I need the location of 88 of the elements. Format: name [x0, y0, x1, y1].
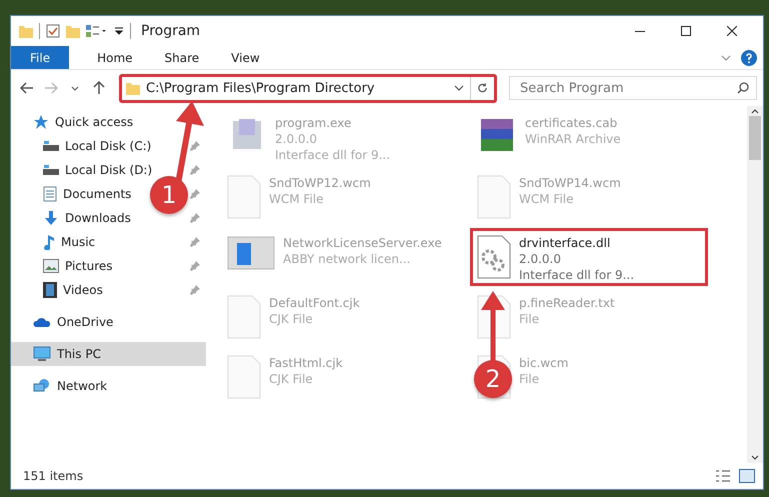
file-name: drvinterface.dll — [519, 235, 612, 251]
dropdown-icon[interactable] — [114, 26, 124, 36]
music-icon — [43, 234, 55, 250]
file-name: SndToWP14.wcm — [519, 175, 621, 191]
item-count: 151 items — [23, 469, 84, 483]
ribbon-tab[interactable]: File — [11, 46, 70, 69]
file-detail: ABBY network licen... — [283, 251, 412, 267]
scrollbar[interactable] — [747, 106, 763, 463]
sidebar-item[interactable]: This PC — [11, 342, 206, 366]
file-detail: CJK File — [269, 311, 314, 327]
back-arrow-icon — [20, 82, 34, 94]
file-detail: File — [519, 371, 540, 387]
sidebar-item[interactable]: Documents — [43, 182, 136, 206]
file-name: certificates.cab — [525, 115, 618, 131]
file-icon — [227, 355, 261, 399]
file-detail: WCM File — [519, 191, 574, 207]
file-name: NetworkLicenseServer.exe — [283, 235, 442, 251]
ribbon-tab[interactable]: Share — [150, 46, 214, 69]
sidebar-item[interactable]: Music — [43, 230, 100, 254]
refresh-icon — [477, 82, 488, 94]
chevron-down-icon[interactable] — [454, 85, 464, 91]
pin-icon — [190, 189, 200, 199]
cloud-icon — [33, 316, 51, 328]
close-icon — [727, 26, 737, 36]
sidebar-item[interactable]: Local Disk (C:) — [43, 134, 156, 158]
chevron-down-icon — [71, 86, 79, 90]
pin-icon — [190, 261, 200, 271]
pin-icon — [190, 285, 200, 295]
sidebar-item[interactable]: Pictures — [43, 254, 117, 278]
ribbon-tab[interactable]: Home — [83, 46, 147, 69]
sidebar-item[interactable]: Network — [33, 374, 202, 398]
folder-icon — [19, 24, 33, 38]
search-field[interactable]: Search Program — [509, 76, 757, 100]
pin-icon — [190, 165, 200, 175]
minimize-icon — [635, 30, 645, 32]
sidebar-item[interactable]: Downloads — [43, 206, 135, 230]
file-detail: WinRAR Archive — [525, 131, 621, 147]
gear-file-icon — [477, 235, 511, 279]
file-name: program.exe — [275, 115, 352, 131]
file-icon — [227, 175, 261, 219]
star-icon — [33, 114, 49, 130]
file-detail: 2.0.0.0 — [519, 251, 562, 267]
pin-icon — [190, 237, 200, 247]
pc-icon — [33, 346, 51, 362]
file-name: FastHtml.cjk — [269, 355, 343, 371]
help-icon[interactable] — [741, 50, 757, 66]
sidebar-item[interactable]: Videos — [43, 278, 107, 302]
scroll-down-icon[interactable] — [751, 455, 759, 460]
video-icon — [43, 282, 57, 298]
properties-icon[interactable] — [86, 24, 108, 38]
window-title: Program — [141, 23, 200, 39]
scroll-thumb[interactable] — [749, 116, 761, 160]
file-name: SndToWP12.wcm — [269, 175, 371, 191]
file-name: DefaultFont.cjk — [269, 295, 360, 311]
picture-icon — [43, 259, 59, 273]
file-detail: File — [519, 311, 540, 327]
details-view-icon[interactable] — [715, 469, 731, 483]
file-item[interactable]: drvinterface.dll 2.0.0.0 Interface dll for 9... — [470, 228, 708, 286]
search-icon — [737, 82, 749, 94]
address-bar[interactable]: C:\Program Files\Program Directory — [119, 74, 497, 102]
pin-icon — [190, 141, 200, 151]
sidebar-item[interactable]: OneDrive — [33, 310, 202, 334]
file-detail: 2.0.0.0 — [275, 131, 318, 147]
file-icon — [477, 175, 511, 219]
up-arrow-icon — [93, 81, 105, 95]
file-detail: WCM File — [269, 191, 324, 207]
scroll-up-icon[interactable] — [751, 109, 759, 114]
file-detail: Interface dll for 9... — [519, 267, 634, 283]
ribbon-tab[interactable]: View — [217, 46, 274, 69]
folder-icon — [126, 81, 140, 95]
file-detail: Interface dll for 9... — [275, 147, 390, 163]
file-name: bic.wcm — [519, 355, 568, 371]
network-icon — [33, 378, 51, 394]
disk-icon — [43, 140, 59, 152]
document-icon — [43, 186, 57, 202]
callout-arrow — [480, 290, 506, 362]
pin-icon — [190, 213, 200, 223]
sidebar-item[interactable]: Quick access — [33, 110, 202, 134]
large-icons-view-icon[interactable] — [739, 469, 755, 483]
forward-arrow-icon — [44, 82, 58, 94]
maximize-icon — [681, 26, 691, 36]
disk-icon — [43, 164, 59, 176]
window-icon — [227, 235, 275, 271]
file-name: p.fineReader.txt — [519, 295, 615, 311]
checklist-icon[interactable] — [46, 24, 60, 38]
file-icon — [227, 295, 261, 339]
file-detail: CJK File — [269, 371, 314, 387]
download-icon — [43, 210, 59, 226]
